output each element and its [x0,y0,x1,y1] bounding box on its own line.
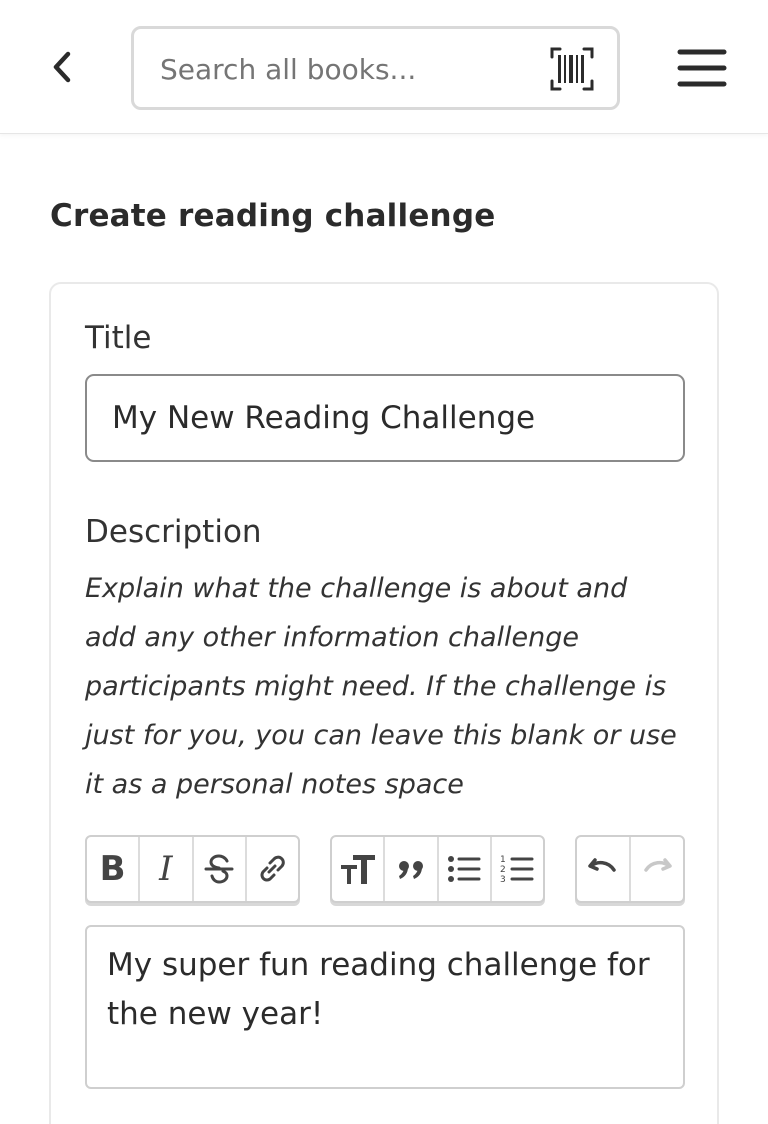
search-box [131,26,620,110]
numbered-list-button[interactable]: 1 2 3 [492,837,543,901]
menu-button[interactable] [674,44,730,92]
italic-icon: I [159,849,173,889]
description-help-text: Explain what the challenge is about and … [85,573,677,800]
link-button[interactable] [247,837,298,901]
back-button[interactable] [40,45,84,89]
heading-icon [340,855,375,884]
page-title: Create reading challenge [50,198,496,234]
description-label: Description [85,514,262,550]
link-icon [260,855,286,882]
barcode-scan-button[interactable] [548,45,596,93]
description-editor[interactable]: My super fun reading challenge for the n… [85,925,685,1089]
quote-icon [398,861,423,879]
top-bar [0,0,768,134]
redo-button[interactable] [631,837,683,901]
strikethrough-button[interactable] [194,837,247,901]
italic-button[interactable]: I [140,837,194,901]
search-input[interactable] [160,49,540,89]
redo-icon [644,858,672,872]
title-input[interactable] [85,374,685,462]
svg-text:2: 2 [500,865,506,875]
history-toolbar-group [575,835,685,903]
bullet-list-button[interactable] [439,837,492,901]
bullet-list-icon [448,856,481,882]
block-toolbar-group: 1 2 3 [330,835,545,903]
svg-text:3: 3 [500,875,506,885]
barcode-scan-icon [550,47,594,91]
title-label: Title [85,320,152,356]
bold-button[interactable]: B [87,837,141,901]
undo-icon [588,858,616,872]
hamburger-menu-icon [677,49,727,87]
bold-icon: B [99,849,126,889]
strikethrough-icon [204,854,234,884]
undo-button[interactable] [577,837,631,901]
svg-text:1: 1 [500,855,506,865]
heading-button[interactable] [332,837,386,901]
numbered-list-icon: 1 2 3 [500,855,534,885]
chevron-left-icon [53,51,71,83]
challenge-form-card: Title Description Explain what the chall… [49,282,719,1124]
quote-button[interactable] [385,837,439,901]
format-toolbar-group: B I [85,835,300,903]
